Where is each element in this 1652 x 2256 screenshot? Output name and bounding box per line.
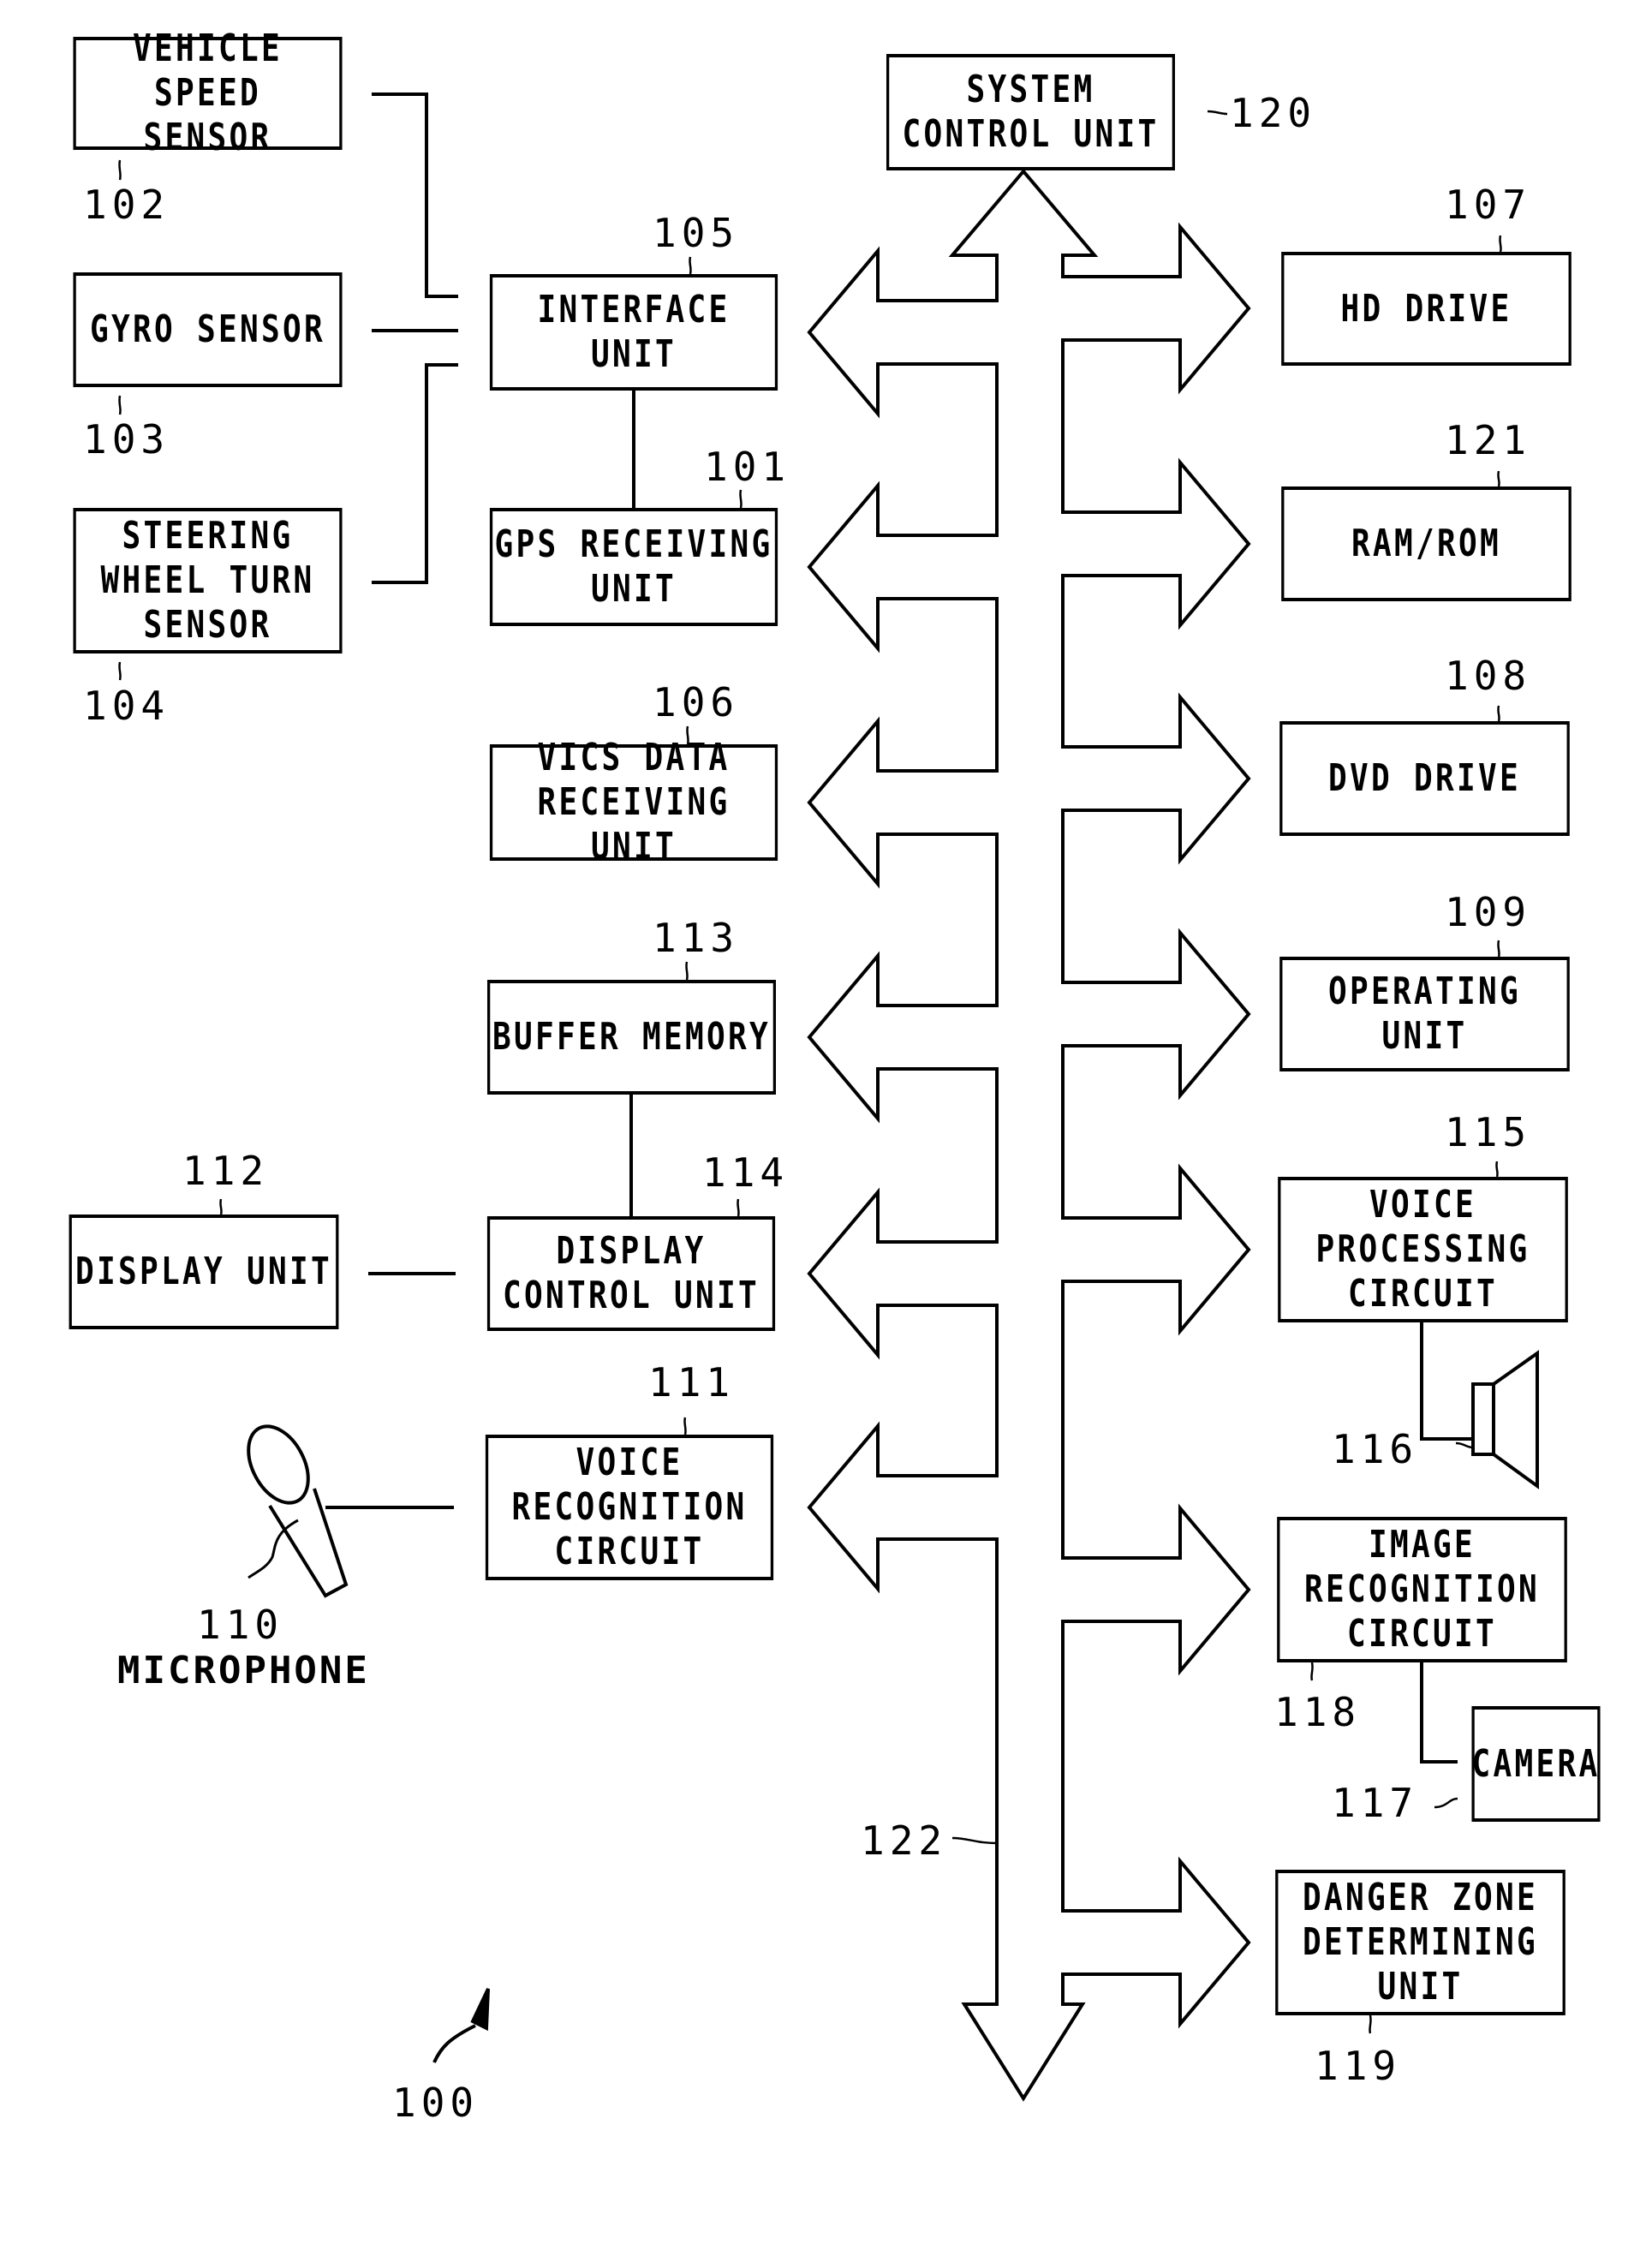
ref-116: 116 <box>1332 1426 1419 1472</box>
gyro-sensor-block: GYRO SENSOR <box>73 272 343 387</box>
operating-unit-block: OPERATING UNIT <box>1279 957 1570 1071</box>
system-bus-122 <box>807 168 1251 2102</box>
ref-122: 122 <box>861 1817 948 1864</box>
image-recognition-circuit-block: IMAGE RECOGNITION CIRCUIT <box>1277 1517 1567 1662</box>
hd-drive-block: HD DRIVE <box>1281 252 1571 366</box>
ref-103: 103 <box>83 416 170 463</box>
ref-117: 117 <box>1332 1780 1419 1826</box>
dvd-drive-block: DVD DRIVE <box>1279 721 1570 836</box>
ref-112: 112 <box>182 1148 270 1194</box>
display-control-unit-block: DISPLAY CONTROL UNIT <box>486 1216 776 1331</box>
ref-120: 120 <box>1230 90 1317 136</box>
camera-block: CAMERA <box>1471 1706 1601 1822</box>
ref-114: 114 <box>702 1149 790 1196</box>
ref-100: 100 <box>392 2080 480 2126</box>
gps-receiving-unit-block: GPS RECEIVING UNIT <box>489 508 778 626</box>
microphone-label: MICROPHONE <box>117 1649 370 1692</box>
system-control-unit-block: SYSTEM CONTROL UNIT <box>886 54 1176 170</box>
speaker-icon <box>1471 1350 1539 1489</box>
bus-arrow-shapes <box>807 168 1251 2102</box>
line-voice-processing-to-speaker <box>1420 1322 1473 1441</box>
voice-recognition-circuit-block: VOICE RECOGNITION CIRCUIT <box>485 1435 774 1580</box>
ref-105: 105 <box>653 210 740 256</box>
line-image-recognition-to-camera <box>1420 1662 1458 1764</box>
ref-101: 101 <box>704 444 791 490</box>
voice-processing-circuit-block: VOICE PROCESSING CIRCUIT <box>1278 1177 1568 1322</box>
steering-wheel-turn-sensor-block: STEERING WHEEL TURN SENSOR <box>73 508 343 654</box>
ref-102: 102 <box>83 182 170 228</box>
ref-109: 109 <box>1445 889 1532 935</box>
figure-pointer-arrow <box>432 1988 490 2063</box>
ref-108: 108 <box>1445 653 1532 699</box>
display-unit-block: DISPLAY UNIT <box>69 1215 339 1329</box>
ram-rom-block: RAM/ROM <box>1281 486 1571 601</box>
ref-118: 118 <box>1274 1689 1362 1735</box>
buffer-memory-block: BUFFER MEMORY <box>486 980 777 1095</box>
ref-115: 115 <box>1445 1109 1532 1155</box>
ref-121: 121 <box>1445 417 1532 463</box>
danger-zone-determining-unit-block: DANGER ZONE DETERMINING UNIT <box>1275 1870 1566 2015</box>
vics-data-receiving-unit-block: VICS DATA RECEIVING UNIT <box>489 736 778 868</box>
line-steering-to-interface <box>372 363 458 584</box>
line-vehicle-speed-to-interface <box>372 93 458 298</box>
ref-113: 113 <box>653 915 740 961</box>
interface-unit-block: INTERFACE UNIT <box>489 274 778 391</box>
ref-106: 106 <box>653 679 740 725</box>
ref-111: 111 <box>648 1359 736 1406</box>
ref-119: 119 <box>1315 2043 1402 2089</box>
ref-104: 104 <box>83 683 170 729</box>
vehicle-speed-sensor-block: VEHICLE SPEED SENSOR <box>73 27 343 159</box>
ref-110: 110 <box>197 1602 284 1648</box>
ref-107: 107 <box>1445 182 1532 228</box>
